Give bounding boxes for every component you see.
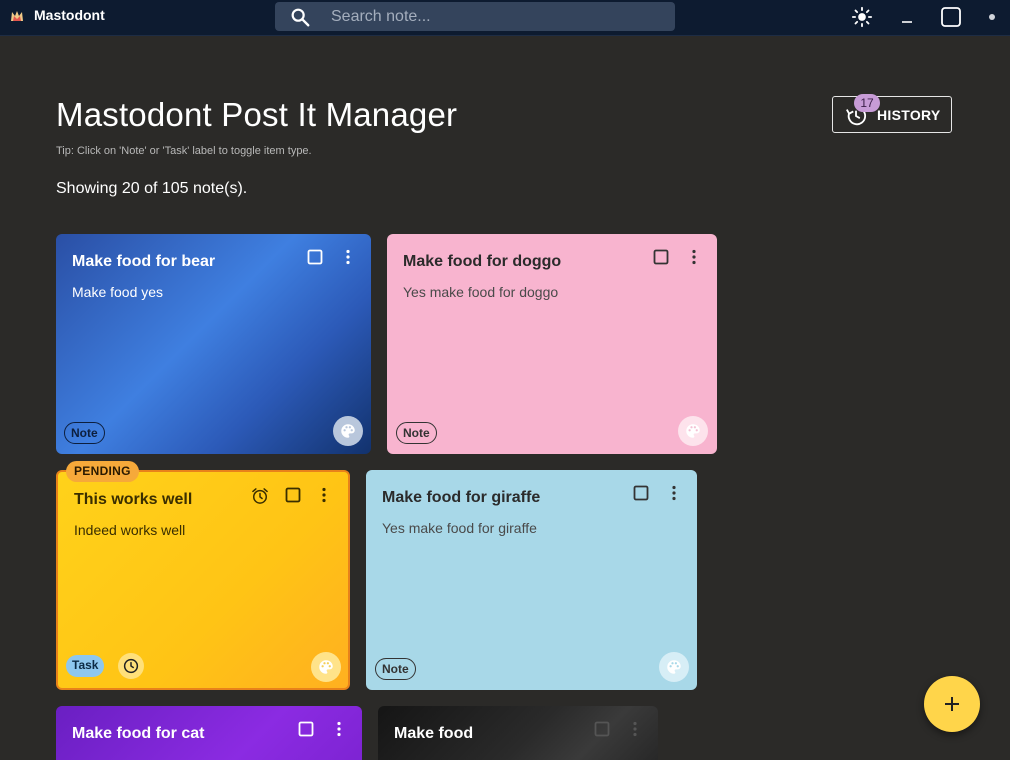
note-card-cat[interactable]: Make food for cat: [56, 706, 362, 760]
clock-icon: [123, 658, 139, 674]
page-title: Mastodont Post It Manager: [56, 96, 458, 133]
app-logo-icon: [11, 11, 23, 21]
more-options-icon[interactable]: [630, 721, 640, 737]
history-count-badge: 17: [854, 94, 880, 112]
note-count: Showing 20 of 105 note(s).: [56, 180, 248, 197]
note-title: Make food for giraffe: [382, 489, 541, 506]
select-checkbox[interactable]: [594, 721, 610, 737]
more-options-icon[interactable]: [689, 249, 699, 265]
more-options-icon[interactable]: [343, 249, 353, 265]
theme-toggle-button[interactable]: [849, 4, 875, 30]
note-card-giraffe[interactable]: Make food for giraffe Yes make food for …: [366, 470, 697, 690]
add-note-button[interactable]: [924, 676, 980, 732]
search-input[interactable]: [331, 2, 661, 31]
minimize-icon: [902, 21, 912, 23]
search-icon: [291, 8, 310, 27]
color-palette-button[interactable]: [311, 652, 341, 682]
reminder-button[interactable]: [118, 653, 144, 679]
note-title: Make food for cat: [72, 725, 205, 742]
plus-icon: [945, 697, 959, 711]
status-badge-pending: PENDING: [66, 461, 139, 482]
note-title: Make food: [394, 725, 474, 742]
note-title: Make food for doggo: [403, 253, 562, 270]
close-button[interactable]: [979, 4, 1005, 30]
maximize-icon: [941, 7, 961, 27]
close-dot-icon: [989, 14, 995, 20]
palette-icon: [667, 660, 681, 674]
note-type-chip[interactable]: Task: [66, 655, 105, 677]
note-type-chip[interactable]: Note: [396, 422, 437, 444]
note-body: Yes make food for doggo: [403, 284, 559, 300]
maximize-button[interactable]: [938, 4, 964, 30]
select-checkbox[interactable]: [653, 249, 669, 265]
select-checkbox[interactable]: [307, 249, 323, 265]
history-button[interactable]: HISTORY: [832, 96, 952, 133]
search-bar[interactable]: [275, 2, 675, 31]
sun-icon: [851, 6, 873, 28]
more-options-icon[interactable]: [669, 485, 679, 501]
alarm-icon[interactable]: [250, 486, 270, 506]
note-card-works-well[interactable]: This works well Indeed works well Task: [56, 470, 350, 690]
tip-text: Tip: Click on 'Note' or 'Task' label to …: [56, 145, 312, 157]
more-options-icon[interactable]: [319, 487, 329, 503]
more-options-icon[interactable]: [334, 721, 344, 737]
app-name: Mastodont: [34, 7, 105, 23]
note-type-chip[interactable]: Note: [375, 658, 416, 680]
minimize-button[interactable]: [894, 4, 920, 30]
color-palette-button[interactable]: [678, 416, 708, 446]
history-label: HISTORY: [877, 107, 941, 123]
note-body: Indeed works well: [74, 522, 186, 538]
palette-icon: [686, 424, 700, 438]
note-card-doggo[interactable]: Make food for doggo Yes make food for do…: [387, 234, 717, 454]
note-type-chip[interactable]: Note: [64, 422, 105, 444]
note-title: Make food for bear: [72, 253, 216, 270]
title-bar: Mastodont: [0, 0, 1010, 36]
note-card-make-food[interactable]: Make food: [378, 706, 658, 760]
palette-icon: [319, 660, 333, 674]
note-card-bear[interactable]: Make food for bear Make food yes Note: [56, 234, 371, 454]
note-title: This works well: [74, 491, 193, 508]
palette-icon: [341, 424, 355, 438]
select-checkbox[interactable]: [633, 485, 649, 501]
select-checkbox[interactable]: [298, 721, 314, 737]
note-body: Yes make food for giraffe: [382, 520, 537, 536]
color-palette-button[interactable]: [659, 652, 689, 682]
color-palette-button[interactable]: [333, 416, 363, 446]
note-body: Make food yes: [72, 284, 164, 300]
select-checkbox[interactable]: [285, 487, 301, 503]
